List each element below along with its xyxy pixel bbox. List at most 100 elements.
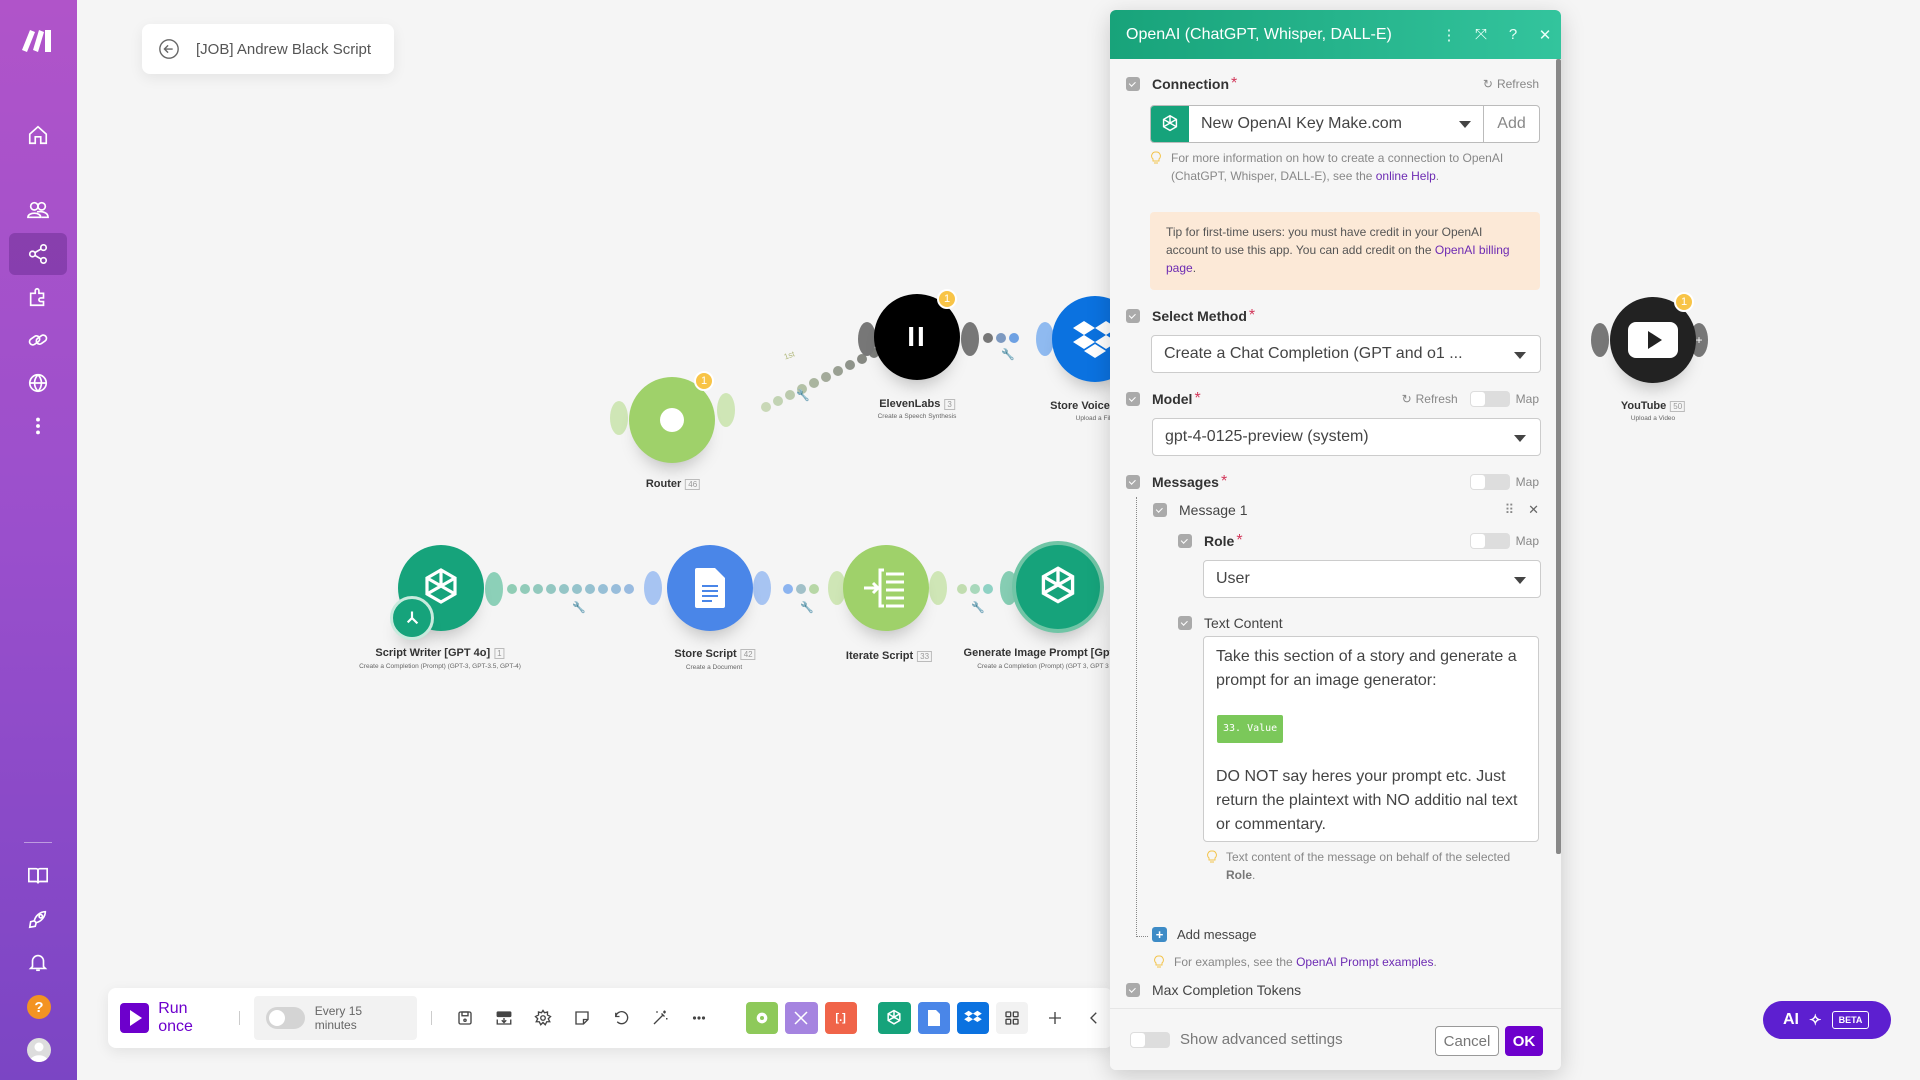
wrench-icon[interactable]: 🔧: [796, 389, 810, 402]
connector-dot: [783, 584, 793, 594]
sidebar-item-notifications[interactable]: [9, 941, 67, 983]
sidebar-item-home[interactable]: [9, 114, 67, 156]
puzzle-icon: [29, 287, 45, 307]
module-subtitle: Create a Completion (Prompt) (GPT-3, GPT…: [359, 663, 521, 670]
add-module-button[interactable]: [1035, 998, 1074, 1038]
drag-handle-icon[interactable]: ⠿: [1505, 502, 1515, 518]
connection-select[interactable]: New OpenAI Key Make.com Add: [1150, 105, 1540, 143]
make-logo-icon[interactable]: [18, 24, 58, 54]
notes-button[interactable]: [563, 998, 602, 1038]
add-connection-button[interactable]: Add: [1483, 106, 1539, 142]
avatar[interactable]: [27, 1038, 51, 1062]
chevron-down-icon: [1514, 577, 1526, 584]
undo-icon: [615, 1010, 629, 1025]
ok-button[interactable]: OK: [1505, 1026, 1543, 1056]
model-map-toggle[interactable]: Map: [1469, 391, 1539, 407]
wrench-icon[interactable]: 🔧: [971, 601, 985, 614]
sidebar-item-webhooks[interactable]: [9, 362, 67, 404]
module-iterate-script[interactable]: [843, 545, 929, 631]
more-button[interactable]: [680, 998, 719, 1038]
remove-message-icon[interactable]: ✕: [1528, 502, 1539, 518]
youtube-icon: [1628, 322, 1678, 358]
connection-refresh-button[interactable]: ↻ Refresh: [1483, 77, 1539, 91]
dropbox-app-button[interactable]: [956, 1002, 989, 1034]
schedule-clock-icon[interactable]: [390, 596, 434, 640]
collapse-checkbox[interactable]: [1126, 77, 1140, 91]
collapse-checkbox[interactable]: [1126, 475, 1140, 489]
save-button[interactable]: [446, 998, 485, 1038]
chevron-down-icon: [1514, 435, 1526, 442]
wrench-icon[interactable]: 🔧: [800, 601, 814, 614]
iterate-output-handle[interactable]: [929, 571, 947, 605]
wrench-icon[interactable]: 🔧: [572, 601, 586, 614]
module-number: 1: [494, 648, 505, 659]
model-select[interactable]: gpt-4-0125-preview (system): [1152, 418, 1541, 456]
scenario-canvas[interactable]: 1st 🔧 1 Router 46 II 1 ElevenLabs 3 Create…: [77, 0, 1920, 1080]
script-writer-output-handle[interactable]: [485, 572, 503, 606]
connector-dot: [559, 584, 569, 594]
map-switch[interactable]: [1469, 474, 1510, 490]
advanced-settings-toggle[interactable]: [1130, 1031, 1170, 1048]
sidebar-item-apps[interactable]: [9, 276, 67, 318]
model-refresh-button[interactable]: ↻ Refresh: [1402, 392, 1458, 406]
role-select[interactable]: User: [1203, 560, 1541, 598]
add-message-button[interactable]: + Add message: [1152, 927, 1539, 942]
google-docs-app-button[interactable]: [917, 1002, 950, 1034]
connection-value[interactable]: New OpenAI Key Make.com: [1189, 106, 1483, 142]
store-script-input-handle[interactable]: [644, 571, 662, 605]
expand-icon[interactable]: ⤧: [1465, 26, 1497, 43]
online-help-link[interactable]: online Help: [1376, 169, 1436, 183]
close-icon[interactable]: ✕: [1529, 26, 1561, 44]
tools-app-button[interactable]: [746, 1002, 779, 1034]
schedule-control[interactable]: Every 15 minutes: [253, 996, 417, 1040]
elevenlabs-output-handle[interactable]: [961, 322, 979, 356]
collapse-checkbox[interactable]: [1178, 534, 1192, 548]
youtube-input-handle[interactable]: [1591, 323, 1609, 357]
text-content-editor[interactable]: Take this section of a story and generat…: [1203, 636, 1539, 842]
flow-control-app-button[interactable]: [785, 1002, 818, 1034]
method-select[interactable]: Create a Chat Completion (GPT and o1 ...: [1151, 335, 1541, 373]
collapse-checkbox[interactable]: [1178, 616, 1192, 630]
text-content-field-header: Text Content: [1178, 615, 1539, 631]
cancel-button[interactable]: Cancel: [1435, 1026, 1499, 1056]
collapse-checkbox[interactable]: [1126, 309, 1140, 323]
messages-map-toggle[interactable]: Map: [1469, 474, 1539, 490]
collapse-checkbox[interactable]: [1153, 503, 1167, 517]
sidebar-item-more[interactable]: [9, 405, 67, 447]
router-output-handle[interactable]: [717, 393, 735, 427]
router-input-handle[interactable]: [610, 401, 628, 435]
sidebar-item-scenarios[interactable]: [9, 233, 67, 275]
collapse-toolbar-button[interactable]: [1074, 998, 1113, 1038]
role-map-toggle[interactable]: Map: [1469, 533, 1539, 549]
map-switch[interactable]: [1469, 391, 1510, 407]
wrench-icon[interactable]: 🔧: [1001, 348, 1015, 361]
run-once-button[interactable]: Run once: [120, 1000, 225, 1036]
help-icon[interactable]: ?: [27, 995, 51, 1019]
help-icon[interactable]: ?: [1497, 26, 1529, 43]
panel-footer: Show advanced settings Cancel OK: [1110, 1008, 1561, 1070]
magic-wand-button[interactable]: [641, 998, 680, 1038]
mapped-variable-pill[interactable]: 33. Value: [1217, 715, 1284, 743]
all-apps-button[interactable]: [995, 1002, 1029, 1034]
prompt-examples-link[interactable]: OpenAI Prompt examples: [1296, 955, 1433, 969]
sidebar-item-connections[interactable]: [9, 319, 67, 361]
ai-assistant-button[interactable]: AI ✧ BETA: [1763, 1001, 1891, 1039]
collapse-checkbox[interactable]: [1126, 983, 1140, 997]
auto-align-button[interactable]: [485, 998, 524, 1038]
module-generate-image-prompt[interactable]: [1012, 541, 1104, 633]
schedule-toggle[interactable]: [265, 1007, 305, 1029]
connector-dot: [1009, 333, 1019, 343]
undo-button[interactable]: [602, 998, 641, 1038]
collapse-checkbox[interactable]: [1126, 392, 1140, 406]
scenario-settings-button[interactable]: [524, 998, 563, 1038]
more-vertical-icon[interactable]: ⋮: [1433, 26, 1465, 44]
sidebar-item-team[interactable]: [9, 189, 67, 231]
module-store-script[interactable]: [667, 545, 753, 631]
text-parser-app-button[interactable]: [.]: [824, 1002, 857, 1034]
map-switch[interactable]: [1469, 533, 1510, 549]
message-1-label: Message 1: [1179, 502, 1248, 518]
openai-app-button[interactable]: [878, 1002, 911, 1034]
sidebar-item-docs[interactable]: [9, 855, 67, 897]
sidebar-item-whats-new[interactable]: [9, 898, 67, 940]
store-script-output-handle[interactable]: [753, 571, 771, 605]
